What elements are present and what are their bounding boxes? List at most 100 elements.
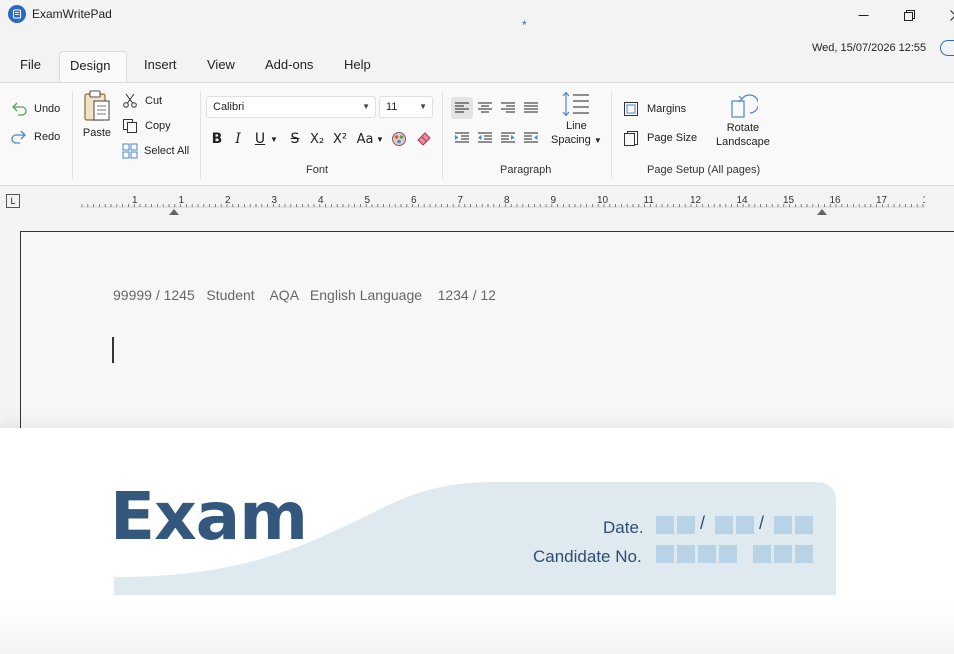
align-right-button[interactable] xyxy=(497,97,519,119)
candidate-box-7[interactable] xyxy=(795,545,813,563)
align-center-button[interactable] xyxy=(474,97,496,119)
underline-options-dropdown[interactable]: ▼ xyxy=(270,135,278,144)
tab-file[interactable]: File xyxy=(10,51,51,82)
margins-label: Margins xyxy=(647,103,687,115)
superscript-button[interactable]: X² xyxy=(329,128,351,150)
tab-stop-selector[interactable]: L xyxy=(6,194,20,208)
close-button[interactable] xyxy=(932,0,954,30)
minimize-button[interactable] xyxy=(840,0,886,30)
date-day-box-2[interactable] xyxy=(677,516,695,534)
cut-button[interactable]: Cut xyxy=(122,93,162,109)
close-icon xyxy=(949,9,954,21)
strikethrough-button[interactable]: S xyxy=(284,128,306,150)
select-all-icon xyxy=(122,143,138,159)
app-title: ExamWritePad xyxy=(32,7,112,21)
exam-title: Exam xyxy=(110,478,308,555)
candidate-box-1[interactable] xyxy=(656,545,674,563)
candidate-box-5[interactable] xyxy=(753,545,771,563)
tab-insert[interactable]: Insert xyxy=(134,51,187,82)
ruler-number: 8 xyxy=(504,195,510,206)
color-palette-icon xyxy=(392,132,406,146)
margins-icon xyxy=(624,102,638,116)
undo-label: Undo xyxy=(34,103,61,115)
tab-add-ons[interactable]: Add-ons xyxy=(255,51,323,82)
candidate-number-label: Candidate No. xyxy=(533,547,642,566)
date-month-box-2[interactable] xyxy=(736,516,754,534)
redo-button[interactable]: Redo xyxy=(10,129,60,145)
indent-decrease-icon xyxy=(478,132,492,143)
group-separator xyxy=(200,91,201,179)
ruler-number: 14 xyxy=(737,195,749,206)
candidate-box-4[interactable] xyxy=(719,545,737,563)
tab-view[interactable]: View xyxy=(197,51,245,82)
outdent-right-button[interactable] xyxy=(497,127,519,149)
clear-formatting-button[interactable] xyxy=(413,128,435,150)
line-spacing-icon xyxy=(562,91,590,117)
line-spacing-label-1: Line xyxy=(565,120,587,132)
rotate-label-2: Landscape xyxy=(716,136,770,148)
font-size-value: 11 xyxy=(386,101,398,113)
font-family-select[interactable]: Calibri ▼ xyxy=(206,96,376,118)
left-indent-marker[interactable] xyxy=(169,209,179,215)
right-indent-marker[interactable] xyxy=(817,209,827,215)
app-logo-icon xyxy=(8,5,26,23)
page-size-button[interactable]: Page Size xyxy=(623,130,697,146)
tab-design[interactable]: Design xyxy=(59,51,127,82)
date-day-box-1[interactable] xyxy=(656,516,674,534)
rotate-landscape-button[interactable]: Rotate Landscape xyxy=(716,91,770,148)
align-center-icon xyxy=(478,102,492,113)
group-separator xyxy=(72,91,73,179)
indent-right-button[interactable] xyxy=(520,127,542,149)
eraser-icon xyxy=(417,132,431,146)
date-year-box-1[interactable] xyxy=(774,516,792,534)
underline-button[interactable]: U xyxy=(249,128,271,150)
horizontal-ruler[interactable]: 11234567891011121415161718 xyxy=(80,191,925,217)
page-size-icon xyxy=(624,131,638,146)
justify-button[interactable] xyxy=(520,97,542,119)
copy-button[interactable]: Copy xyxy=(122,118,171,134)
date-year-box-2[interactable] xyxy=(795,516,813,534)
restore-button[interactable] xyxy=(886,0,932,30)
paste-icon xyxy=(84,90,110,121)
ruler-number: 17 xyxy=(876,195,888,206)
settings-toggle[interactable] xyxy=(940,40,954,56)
redo-label: Redo xyxy=(34,131,61,143)
ruler-number: 7 xyxy=(458,195,464,206)
chevron-down-icon: ▼ xyxy=(419,102,427,111)
tab-help[interactable]: Help xyxy=(334,51,381,82)
undo-button[interactable]: Undo xyxy=(10,101,60,117)
paste-label: Paste xyxy=(82,127,112,139)
minimize-icon xyxy=(858,14,868,16)
candidate-box-2[interactable] xyxy=(677,545,695,563)
increase-indent-button[interactable] xyxy=(451,127,473,149)
ruler-number: 16 xyxy=(830,195,842,206)
margins-button[interactable]: Margins xyxy=(623,101,686,117)
copy-label: Copy xyxy=(145,120,171,132)
date-month-box-1[interactable] xyxy=(715,516,733,534)
font-size-select[interactable]: 11 ▼ xyxy=(379,96,433,118)
select-all-button[interactable]: Select All xyxy=(122,143,189,159)
line-spacing-button[interactable]: Line Spacing ▼ xyxy=(551,91,602,146)
ruler-number: 15 xyxy=(783,195,795,206)
decrease-indent-button[interactable] xyxy=(474,127,496,149)
ruler-number: 18 xyxy=(923,195,926,206)
candidate-box-3[interactable] xyxy=(698,545,716,563)
align-left-button[interactable] xyxy=(451,97,473,119)
bold-button[interactable]: B xyxy=(206,128,228,150)
paste-button[interactable]: Paste xyxy=(82,89,112,139)
italic-button[interactable]: I xyxy=(227,128,249,150)
ruler-bar: L 11234567891011121415161718 xyxy=(0,187,954,217)
change-case-dropdown[interactable]: ▼ xyxy=(376,135,384,144)
date-separator: / xyxy=(759,513,765,533)
font-color-button[interactable] xyxy=(388,128,410,150)
ruler-number: 1 xyxy=(132,195,138,206)
ruler-number: 1 xyxy=(179,195,185,206)
ruler-number: 4 xyxy=(318,195,324,206)
change-case-button[interactable]: Aa xyxy=(353,128,377,150)
ruler-number: 11 xyxy=(644,195,655,206)
line-spacing-label-2: Spacing ▼ xyxy=(551,134,602,146)
ruler-number: 12 xyxy=(690,195,702,206)
candidate-box-6[interactable] xyxy=(774,545,792,563)
subscript-button[interactable]: X₂ xyxy=(306,128,328,150)
rotate-label-1: Rotate xyxy=(726,122,760,134)
